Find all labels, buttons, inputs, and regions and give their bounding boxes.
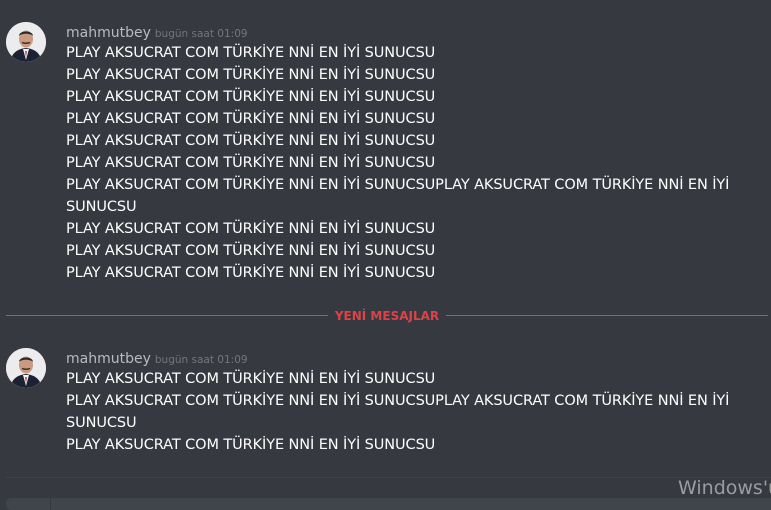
username[interactable]: mahmutbey — [66, 25, 151, 41]
message-text: PLAY AKSUCRAT COM TÜRKİYE NNİ EN İYİ SUN… — [66, 45, 436, 61]
message-text: PLAY AKSUCRAT COM TÜRKİYE NNİ EN İYİ SUN… — [66, 133, 436, 149]
username[interactable]: mahmutbey — [66, 351, 151, 367]
new-messages-label: YENİ MESAJLAR — [334, 309, 440, 323]
message-text: PLAY AKSUCRAT COM TÜRKİYE NNİ EN İYİ SUN… — [66, 67, 436, 83]
new-messages-divider: YENİ MESAJLAR — [6, 306, 768, 326]
divider-line-right — [446, 315, 768, 316]
message-list: PLAY AKSUCRAT COM TÜRKİYE NNİ EN İYİ SUN… — [66, 368, 756, 456]
message-input[interactable] — [6, 498, 771, 510]
message-group: mahmutbey bugün saat 01:09 PLAY AKSUCRAT … — [0, 348, 771, 458]
message-text: PLAY AKSUCRAT COM TÜRKİYE NNİ EN İYİ SUN… — [66, 437, 436, 453]
message-text: PLAY AKSUCRAT COM TÜRKİYE NNİ EN İYİ SUN… — [66, 89, 436, 105]
user-avatar[interactable] — [6, 22, 46, 62]
timestamp: bugün saat 01:09 — [154, 354, 248, 366]
message-list: PLAY AKSUCRAT COM TÜRKİYE NNİ EN İYİ SUN… — [66, 42, 756, 284]
message-text: PLAY AKSUCRAT COM TÜRKİYE NNİ EN İYİ SUN… — [66, 393, 730, 431]
message-text: PLAY AKSUCRAT COM TÜRKİYE NNİ EN İYİ SUN… — [66, 155, 436, 171]
message-header: mahmutbey bugün saat 01:09 — [66, 348, 248, 368]
message-group: mahmutbey bugün saat 01:09 PLAY AKSUCRAT … — [0, 22, 771, 292]
message-header: mahmutbey bugün saat 01:09 — [66, 22, 248, 42]
timestamp: bugün saat 01:09 — [154, 28, 248, 40]
user-avatar[interactable] — [6, 348, 46, 388]
message-text: PLAY AKSUCRAT COM TÜRKİYE NNİ EN İYİ SUN… — [66, 243, 436, 259]
message-text: PLAY AKSUCRAT COM TÜRKİYE NNİ EN İYİ SUN… — [66, 111, 436, 127]
message-text: PLAY AKSUCRAT COM TÜRKİYE NNİ EN İYİ SUN… — [66, 371, 436, 387]
upload-button[interactable] — [6, 498, 51, 510]
windows-activation-watermark: Windows'u — [678, 477, 771, 499]
chat-bottom-separator — [6, 477, 771, 478]
message-text: PLAY AKSUCRAT COM TÜRKİYE NNİ EN İYİ SUN… — [66, 265, 436, 281]
message-text: PLAY AKSUCRAT COM TÜRKİYE NNİ EN İYİ SUN… — [66, 177, 730, 215]
divider-line-left — [6, 315, 328, 316]
message-text: PLAY AKSUCRAT COM TÜRKİYE NNİ EN İYİ SUN… — [66, 221, 436, 237]
